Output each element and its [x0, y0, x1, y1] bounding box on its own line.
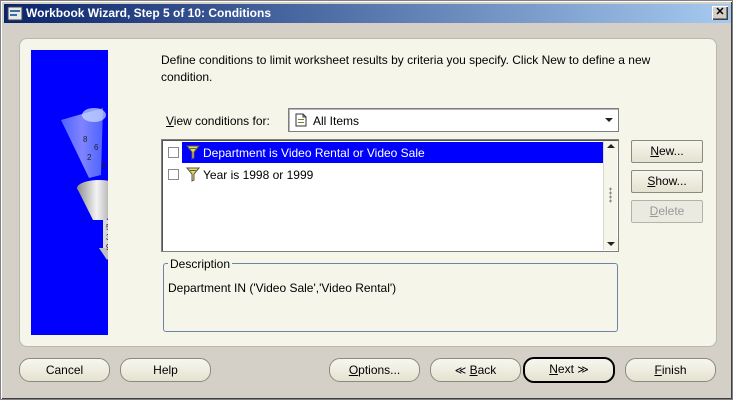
view-label-rest: iew conditions for: — [173, 114, 270, 128]
delete-mnemonic: D — [649, 204, 659, 218]
window-title: Workbook Wizard, Step 5 of 10: Condition… — [26, 6, 272, 20]
next-label: ext — [557, 362, 574, 376]
view-label-mnemonic: V — [166, 114, 174, 128]
funnel-icon — [186, 145, 200, 160]
back-label: ack — [477, 363, 497, 377]
chevron-down-icon[interactable] — [605, 118, 613, 122]
svg-text:9: 9 — [101, 161, 106, 170]
condition-label: Year is 1998 or 1999 — [203, 168, 314, 182]
options-button[interactable]: Options... — [329, 358, 420, 382]
condition-checkbox[interactable] — [168, 147, 179, 158]
document-icon — [295, 113, 307, 127]
list-scrollbar[interactable] — [603, 141, 618, 250]
new-mnemonic: N — [650, 144, 659, 158]
delete-button[interactable]: Delete — [631, 200, 703, 223]
delete-label: elete — [658, 204, 685, 218]
next-mnemonic: N — [549, 362, 558, 376]
show-button[interactable]: Show... — [631, 170, 703, 193]
finish-button[interactable]: Finish — [625, 358, 716, 382]
svg-text:6: 6 — [94, 143, 99, 152]
wizard-window: Workbook Wizard, Step 5 of 10: Condition… — [0, 0, 733, 400]
svg-text:8: 8 — [83, 135, 88, 144]
close-icon: ✕ — [715, 6, 725, 18]
new-button[interactable]: New... — [631, 140, 703, 163]
back-mnemonic: B — [469, 363, 478, 377]
list-item[interactable]: Department is Video Rental or Video Sale — [165, 142, 603, 163]
list-item[interactable]: Year is 1998 or 1999 — [165, 164, 603, 185]
wizard-illustration: 8 6 2 9 5 3 9 — [31, 50, 108, 335]
finish-label: inish — [661, 363, 687, 377]
arrow-down-icon — [607, 242, 615, 246]
description-legend: Description — [168, 257, 233, 271]
finish-mnemonic: F — [654, 363, 662, 377]
title-bar: Workbook Wizard, Step 5 of 10: Condition… — [4, 4, 731, 23]
svg-text:5: 5 — [106, 223, 108, 232]
funnel-icon — [186, 167, 200, 182]
show-label: how... — [655, 174, 687, 188]
svg-text:2: 2 — [87, 153, 92, 162]
help-button[interactable]: Help — [120, 358, 211, 382]
close-button[interactable]: ✕ — [712, 6, 728, 20]
condition-row[interactable]: Department is Video Rental or Video Sale — [182, 142, 603, 163]
options-mnemonic: O — [348, 363, 359, 377]
conditions-list[interactable]: Department is Video Rental or Video Sale… — [161, 139, 619, 252]
intro-text: Define conditions to limit worksheet res… — [161, 53, 651, 84]
condition-label: Department is Video Rental or Video Sale — [203, 146, 425, 160]
svg-text:9: 9 — [106, 243, 108, 252]
view-conditions-dropdown[interactable]: All Items — [288, 108, 619, 132]
chevron-left-icon: ≪ — [454, 365, 467, 377]
funnel-icon: 8 6 2 9 5 3 9 — [61, 108, 108, 260]
scroll-up-button[interactable] — [604, 141, 618, 153]
chevron-right-icon: ≫ — [577, 364, 589, 376]
description-text: Department IN ('Video Sale','Video Renta… — [168, 281, 397, 295]
scroll-down-button[interactable] — [604, 238, 618, 250]
view-conditions-label: View conditions for: — [166, 114, 270, 128]
condition-checkbox[interactable] — [168, 169, 179, 180]
scroll-grip[interactable] — [609, 187, 612, 203]
arrow-up-icon — [607, 144, 615, 148]
next-button[interactable]: Next ≫ — [523, 357, 615, 383]
options-label: ptions... — [358, 363, 401, 377]
back-button[interactable]: ≪ Back — [430, 358, 521, 382]
description-group: Description Department IN ('Video Sale',… — [163, 257, 618, 332]
wizard-app-icon — [7, 6, 23, 21]
condition-row[interactable]: Year is 1998 or 1999 — [182, 164, 603, 185]
dropdown-value: All Items — [313, 114, 360, 128]
cancel-button[interactable]: Cancel — [19, 358, 110, 382]
new-label: ew... — [658, 144, 684, 158]
svg-text:3: 3 — [106, 233, 108, 242]
